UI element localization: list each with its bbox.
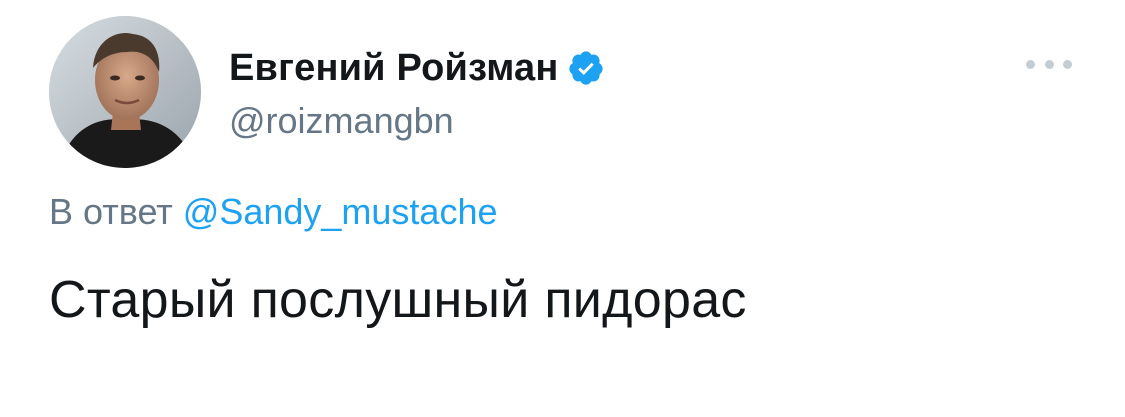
ellipsis-icon-dot bbox=[1063, 59, 1072, 69]
author-handle[interactable]: @roizmangbn bbox=[229, 100, 454, 142]
avatar[interactable] bbox=[49, 16, 201, 168]
author-name-row[interactable]: Евгений Ройзман bbox=[229, 42, 605, 94]
reply-context: В ответ @Sandy_mustache bbox=[49, 191, 498, 233]
tweet-text: Старый послушный пидорас bbox=[49, 271, 747, 329]
ellipsis-icon-dot bbox=[1026, 59, 1035, 69]
reply-prefix: В ответ bbox=[49, 191, 173, 232]
avatar-photo bbox=[49, 16, 201, 168]
more-options-button[interactable] bbox=[1026, 54, 1072, 74]
reply-mention-link[interactable]: @Sandy_mustache bbox=[183, 191, 498, 232]
ellipsis-icon-dot bbox=[1044, 59, 1054, 69]
verified-badge-icon bbox=[567, 49, 605, 87]
author-display-name[interactable]: Евгений Ройзман bbox=[229, 47, 559, 90]
